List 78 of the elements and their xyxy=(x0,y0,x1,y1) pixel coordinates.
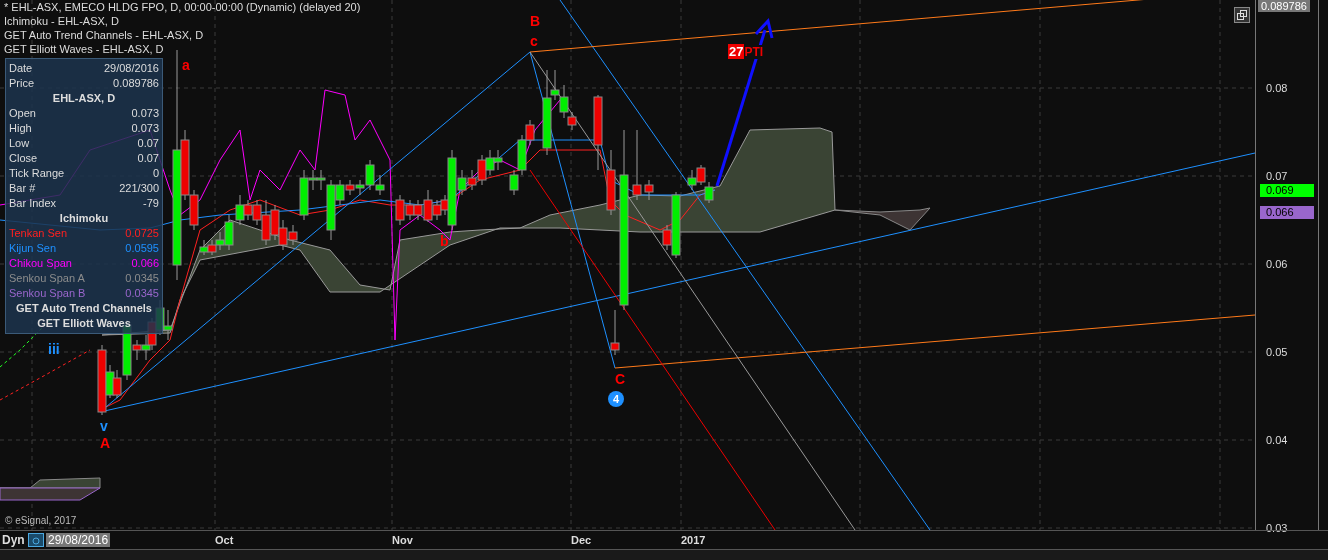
series-value: 0.0345 xyxy=(125,286,159,301)
candlestick xyxy=(485,149,495,176)
field-value: 0.07 xyxy=(137,136,159,151)
field-value: 0.073 xyxy=(131,121,159,136)
candlestick xyxy=(704,181,714,204)
candlestick xyxy=(632,129,642,201)
candlestick xyxy=(141,334,151,361)
last-price-label: 0.089786 xyxy=(1258,0,1310,12)
restore-window-button[interactable] xyxy=(1234,7,1250,23)
study-title: GET Auto Trend Channels - EHL-ASX, D xyxy=(4,28,205,42)
candlestick xyxy=(207,239,217,256)
field-label: Tick Range xyxy=(9,166,65,181)
target-label: PTI xyxy=(744,44,764,59)
target-badge: 27 xyxy=(728,44,745,59)
series-label: Senkou Span A xyxy=(9,271,85,286)
wave-label: A xyxy=(100,436,111,450)
field-value: 0.073 xyxy=(131,106,159,121)
price-tick-label: 0.04 xyxy=(1266,434,1288,446)
study-title: Ichimoku - EHL-ASX, D xyxy=(4,14,120,28)
wave-label: C xyxy=(615,372,626,386)
study-title: * EHL-ASX, EMECO HLDG FPO, D, 00:00-00:00 (Dynamic) (delayed 20) xyxy=(4,0,361,14)
wave-label: c xyxy=(530,34,538,48)
field-value: 0.07 xyxy=(137,151,159,166)
study-heading: GET Elliott Waves xyxy=(36,316,132,331)
field-label: Price xyxy=(9,76,35,91)
cursor-date: 29/08/2016 xyxy=(46,533,111,547)
series-label: Chikou Span xyxy=(9,256,72,271)
field-value: 0.089786 xyxy=(113,76,159,91)
study-heading: Ichimoku xyxy=(58,211,110,226)
field-label: High xyxy=(9,121,32,136)
price-tick-label: 0.08 xyxy=(1266,82,1288,94)
dynamic-button[interactable]: Dyn xyxy=(2,533,25,547)
wave-label: b xyxy=(440,234,449,248)
study-title: GET Elliott Waves - EHL-ASX, D xyxy=(4,42,165,56)
candlestick xyxy=(687,169,697,191)
lock-icon[interactable] xyxy=(28,533,44,547)
wave-label: iii xyxy=(48,342,60,356)
candlestick xyxy=(163,309,173,341)
wave-label: v xyxy=(100,419,108,433)
candlestick xyxy=(199,239,209,256)
candlestick xyxy=(493,149,503,171)
wave-label: B xyxy=(530,14,541,28)
series-label: Tenkan Sen xyxy=(9,226,68,241)
time-tick-label: 2017 xyxy=(681,534,706,546)
study-heading: GET Auto Trend Channels xyxy=(15,301,153,316)
candlestick xyxy=(606,149,616,216)
series-value: 0.0725 xyxy=(125,226,159,241)
candlestick xyxy=(270,204,280,241)
series-value: 0.0595 xyxy=(125,241,159,256)
wave-count-badge: 4 xyxy=(608,391,624,407)
restore-icon xyxy=(1237,10,1247,20)
field-value: 29/08/2016 xyxy=(103,61,159,76)
price-tick-label: 0.06 xyxy=(1266,258,1288,270)
price-tick-label: 0.05 xyxy=(1266,346,1288,358)
field-value: 0 xyxy=(152,166,159,181)
field-label: Low xyxy=(9,136,30,151)
price-marker: 0.069 xyxy=(1260,184,1314,197)
time-tick-label: Oct xyxy=(215,534,234,546)
time-tick-label: Nov xyxy=(392,534,413,546)
field-label: Bar # xyxy=(9,181,36,196)
candlestick xyxy=(644,179,654,201)
field-value: -79 xyxy=(143,196,159,211)
series-value: 0.066 xyxy=(131,256,159,271)
copyright-text: © eSignal, 2017 xyxy=(5,515,77,526)
time-tick-label: Dec xyxy=(571,534,592,546)
candlestick xyxy=(696,164,706,186)
field-label: Close xyxy=(9,151,38,166)
series-label: Kijun Sen xyxy=(9,241,57,256)
price-marker: 0.066 xyxy=(1260,206,1314,219)
field-label: Date xyxy=(9,61,33,76)
field-label: Bar Index xyxy=(9,196,57,211)
field-label: Open xyxy=(9,106,36,121)
price-tick-label: 0.07 xyxy=(1266,170,1288,182)
series-label: Senkou Span B xyxy=(9,286,86,301)
field-value: 221/300 xyxy=(119,181,159,196)
series-value: 0.0345 xyxy=(125,271,159,286)
symbol-title: EHL-ASX, D xyxy=(51,91,117,106)
wave-label: a xyxy=(182,58,190,72)
